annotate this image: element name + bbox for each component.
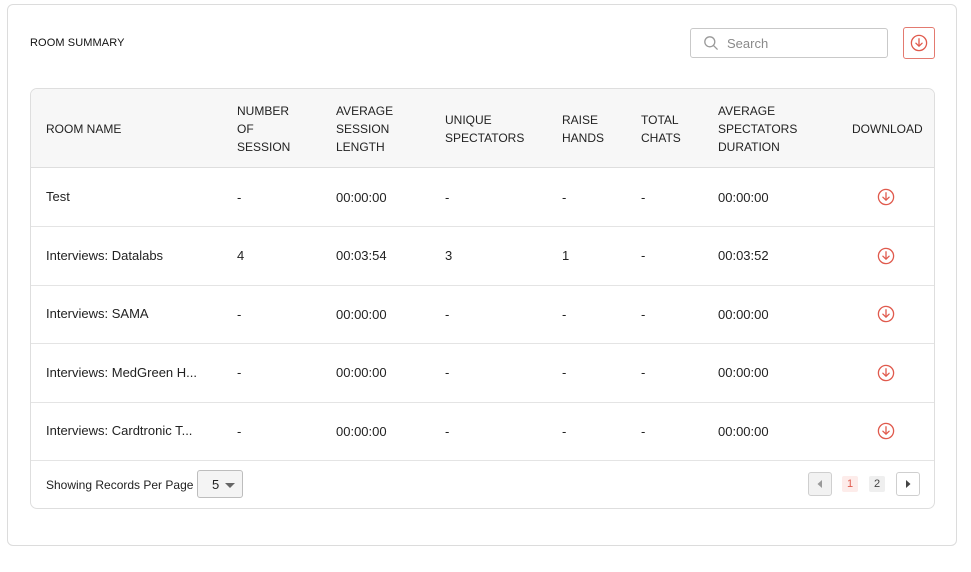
cell-raise-hands: - <box>562 189 567 205</box>
cell-raise-hands: 1 <box>562 248 570 264</box>
cell-room-name: Interviews: SAMA <box>46 306 149 322</box>
search-box[interactable] <box>690 28 888 58</box>
table-footer: Showing Records Per Page 5 1 2 <box>31 461 934 508</box>
cell-number-of-session: - <box>237 365 242 381</box>
cell-room-name: Interviews: Datalabs <box>46 247 164 263</box>
table-row: Interviews: MedGreen H... - 00:00:00 - - - 00:… <box>31 344 934 403</box>
cell-number-of-session: - <box>237 423 242 439</box>
column-header-average-spectators-duration[interactable]: AVERAGE SPECTATORS DURATION <box>718 89 808 168</box>
row-download-button[interactable] <box>846 285 926 343</box>
table-row: Interviews: SAMA - 00:00:00 - - - 00:00:00 <box>31 285 934 345</box>
row-download-button[interactable] <box>846 402 926 460</box>
room-summary-table: ROOM NAME NUMBER OF SESSION AVERAGE SESS… <box>30 88 935 509</box>
download-circle-icon <box>877 305 895 323</box>
download-circle-icon <box>877 364 895 382</box>
column-header-unique-spectators[interactable]: UNIQUE SPECTATORS <box>445 89 540 168</box>
records-per-page-label: Showing Records Per Page <box>46 478 194 492</box>
cell-average-session-length: 00:00:00 <box>336 189 387 205</box>
pagination-next-button[interactable] <box>896 472 920 496</box>
download-circle-icon <box>910 34 928 52</box>
column-header-raise-hands[interactable]: RAISE HANDS <box>562 89 612 168</box>
cell-total-chats: - <box>641 248 646 264</box>
cell-average-spectators-duration: 00:03:52 <box>718 248 769 264</box>
card-title: ROOM SUMMARY <box>30 37 125 49</box>
cell-raise-hands: - <box>562 365 567 381</box>
cell-average-spectators-duration: 00:00:00 <box>718 306 769 322</box>
cell-number-of-session: - <box>237 189 242 205</box>
download-all-button[interactable] <box>903 27 935 59</box>
row-download-button[interactable] <box>846 227 926 285</box>
search-input[interactable] <box>727 35 877 51</box>
cell-total-chats: - <box>641 365 646 381</box>
cell-average-session-length: 00:03:54 <box>336 248 387 264</box>
pagination-page-1[interactable]: 1 <box>842 476 858 492</box>
records-per-page-value: 5 <box>212 476 220 492</box>
caret-right-icon <box>904 479 912 489</box>
column-header-average-session-length[interactable]: AVERAGE SESSION LENGTH <box>336 89 406 168</box>
cell-number-of-session: 4 <box>237 248 245 264</box>
table-row: Interviews: Datalabs 4 00:03:54 3 1 - 00:03:52 <box>31 227 934 286</box>
cell-room-name: Interviews: Cardtronic T... <box>46 423 193 439</box>
caret-left-icon <box>816 479 824 489</box>
cell-unique-spectators: - <box>445 306 450 322</box>
caret-down-icon <box>225 483 235 488</box>
row-download-button[interactable] <box>846 168 926 226</box>
cell-room-name: Test <box>46 189 70 204</box>
cell-room-name: Interviews: MedGreen H... <box>46 364 197 380</box>
cell-total-chats: - <box>641 189 646 205</box>
column-header-total-chats[interactable]: TOTAL CHATS <box>641 89 691 168</box>
cell-raise-hands: - <box>562 423 567 439</box>
column-header-number-of-session[interactable]: NUMBER OF SESSION <box>237 89 307 168</box>
cell-average-session-length: 00:00:00 <box>336 423 387 439</box>
column-header-room-name[interactable]: ROOM NAME <box>46 89 226 168</box>
pagination-prev-button[interactable] <box>808 472 832 496</box>
cell-unique-spectators: - <box>445 365 450 381</box>
pagination-page-2[interactable]: 2 <box>869 476 885 492</box>
download-circle-icon <box>877 247 895 265</box>
cell-average-spectators-duration: 00:00:00 <box>718 423 769 439</box>
table-row: Interviews: Cardtronic T... - 00:00:00 - - - 0… <box>31 402 934 462</box>
download-circle-icon <box>877 188 895 206</box>
cell-raise-hands: - <box>562 306 567 322</box>
cell-unique-spectators: - <box>445 423 450 439</box>
cell-number-of-session: - <box>237 306 242 322</box>
cell-average-spectators-duration: 00:00:00 <box>718 365 769 381</box>
table-row: Test - 00:00:00 - - - 00:00:00 <box>31 168 934 227</box>
download-circle-icon <box>877 422 895 440</box>
table-header: ROOM NAME NUMBER OF SESSION AVERAGE SESS… <box>31 89 934 168</box>
cell-average-session-length: 00:00:00 <box>336 365 387 381</box>
room-summary-card: ROOM SUMMARY ROOM NAME NUMBER OF SESSION… <box>7 4 957 546</box>
search-icon <box>703 35 719 51</box>
cell-unique-spectators: 3 <box>445 248 453 264</box>
column-header-download: DOWNLOAD <box>852 121 923 136</box>
cell-average-spectators-duration: 00:00:00 <box>718 189 769 205</box>
records-per-page-select[interactable]: 5 <box>197 470 243 498</box>
row-download-button[interactable] <box>846 344 926 402</box>
cell-total-chats: - <box>641 306 646 322</box>
cell-total-chats: - <box>641 423 646 439</box>
cell-unique-spectators: - <box>445 189 450 205</box>
cell-average-session-length: 00:00:00 <box>336 306 387 322</box>
